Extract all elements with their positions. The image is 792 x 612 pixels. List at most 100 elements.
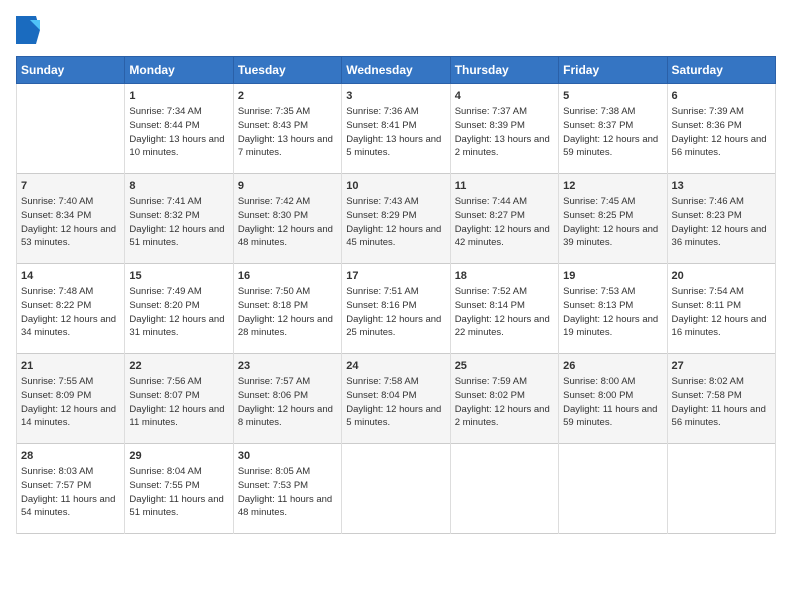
- calendar-cell: [559, 444, 667, 534]
- calendar-cell: 15 Sunrise: 7:49 AMSunset: 8:20 PMDayligh…: [125, 264, 233, 354]
- day-info: Sunrise: 7:51 AMSunset: 8:16 PMDaylight:…: [346, 285, 445, 340]
- calendar-cell: 27 Sunrise: 8:02 AMSunset: 7:58 PMDayligh…: [667, 354, 775, 444]
- calendar-cell: 13 Sunrise: 7:46 AMSunset: 8:23 PMDayligh…: [667, 174, 775, 264]
- weekday-header: Friday: [559, 57, 667, 84]
- weekday-header: Sunday: [17, 57, 125, 84]
- weekday-header: Monday: [125, 57, 233, 84]
- day-number: 11: [455, 180, 554, 192]
- calendar-cell: 2 Sunrise: 7:35 AMSunset: 8:43 PMDaylight…: [233, 84, 341, 174]
- day-info: Sunrise: 7:38 AMSunset: 8:37 PMDaylight:…: [563, 105, 662, 160]
- weekday-header: Tuesday: [233, 57, 341, 84]
- day-info: Sunrise: 7:34 AMSunset: 8:44 PMDaylight:…: [129, 105, 228, 160]
- day-info: Sunrise: 7:41 AMSunset: 8:32 PMDaylight:…: [129, 195, 228, 250]
- day-number: 14: [21, 270, 120, 282]
- day-info: Sunrise: 7:46 AMSunset: 8:23 PMDaylight:…: [672, 195, 771, 250]
- calendar-cell: 3 Sunrise: 7:36 AMSunset: 8:41 PMDaylight…: [342, 84, 450, 174]
- logo-icon: [16, 16, 40, 44]
- calendar-week-row: 14 Sunrise: 7:48 AMSunset: 8:22 PMDayligh…: [17, 264, 776, 354]
- day-info: Sunrise: 7:59 AMSunset: 8:02 PMDaylight:…: [455, 375, 554, 430]
- day-number: 27: [672, 360, 771, 372]
- calendar-cell: 19Sunrise: 7:53 AMSunset: 8:13 PMDayligh…: [559, 264, 667, 354]
- calendar-cell: [17, 84, 125, 174]
- day-info: Sunrise: 7:57 AMSunset: 8:06 PMDaylight:…: [238, 375, 337, 430]
- calendar-cell: 24 Sunrise: 7:58 AMSunset: 8:04 PMDayligh…: [342, 354, 450, 444]
- day-number: 15: [129, 270, 228, 282]
- day-info: Sunrise: 8:02 AMSunset: 7:58 PMDaylight:…: [672, 375, 771, 430]
- day-number: 30: [238, 450, 337, 462]
- day-info: Sunrise: 7:39 AMSunset: 8:36 PMDaylight:…: [672, 105, 771, 160]
- calendar-cell: 11 Sunrise: 7:44 AMSunset: 8:27 PMDayligh…: [450, 174, 558, 264]
- day-info: Sunrise: 7:42 AMSunset: 8:30 PMDaylight:…: [238, 195, 337, 250]
- day-number: 1: [129, 90, 228, 102]
- day-number: 28: [21, 450, 120, 462]
- calendar-cell: 20Sunrise: 7:54 AMSunset: 8:11 PMDayligh…: [667, 264, 775, 354]
- day-number: 10: [346, 180, 445, 192]
- day-info: Sunrise: 7:43 AMSunset: 8:29 PMDaylight:…: [346, 195, 445, 250]
- day-number: 6: [672, 90, 771, 102]
- day-info: Sunrise: 7:53 AMSunset: 8:13 PMDaylight:…: [563, 285, 662, 340]
- calendar-cell: 14 Sunrise: 7:48 AMSunset: 8:22 PMDayligh…: [17, 264, 125, 354]
- day-number: 12: [563, 180, 662, 192]
- day-number: 25: [455, 360, 554, 372]
- day-info: Sunrise: 7:55 AMSunset: 8:09 PMDaylight:…: [21, 375, 120, 430]
- calendar-cell: 29 Sunrise: 8:04 AMSunset: 7:55 PMDayligh…: [125, 444, 233, 534]
- calendar-cell: 4Sunrise: 7:37 AMSunset: 8:39 PMDaylight…: [450, 84, 558, 174]
- day-number: 23: [238, 360, 337, 372]
- calendar-cell: 6 Sunrise: 7:39 AMSunset: 8:36 PMDaylight…: [667, 84, 775, 174]
- day-info: Sunrise: 7:44 AMSunset: 8:27 PMDaylight:…: [455, 195, 554, 250]
- day-number: 18: [455, 270, 554, 282]
- weekday-header: Thursday: [450, 57, 558, 84]
- calendar-cell: [667, 444, 775, 534]
- calendar-cell: 10 Sunrise: 7:43 AMSunset: 8:29 PMDayligh…: [342, 174, 450, 264]
- day-info: Sunrise: 7:35 AMSunset: 8:43 PMDaylight:…: [238, 105, 337, 160]
- day-info: Sunrise: 7:56 AMSunset: 8:07 PMDaylight:…: [129, 375, 228, 430]
- day-number: 2: [238, 90, 337, 102]
- weekday-header: Saturday: [667, 57, 775, 84]
- day-number: 21: [21, 360, 120, 372]
- day-info: Sunrise: 8:05 AMSunset: 7:53 PMDaylight:…: [238, 465, 337, 520]
- day-info: Sunrise: 7:52 AMSunset: 8:14 PMDaylight:…: [455, 285, 554, 340]
- day-info: Sunrise: 7:48 AMSunset: 8:22 PMDaylight:…: [21, 285, 120, 340]
- day-info: Sunrise: 7:58 AMSunset: 8:04 PMDaylight:…: [346, 375, 445, 430]
- calendar-cell: 23 Sunrise: 7:57 AMSunset: 8:06 PMDayligh…: [233, 354, 341, 444]
- calendar-cell: [450, 444, 558, 534]
- day-info: Sunrise: 8:00 AMSunset: 8:00 PMDaylight:…: [563, 375, 662, 430]
- calendar-week-row: 1 Sunrise: 7:34 AMSunset: 8:44 PMDaylight…: [17, 84, 776, 174]
- calendar-cell: 28 Sunrise: 8:03 AMSunset: 7:57 PMDayligh…: [17, 444, 125, 534]
- calendar-cell: 9Sunrise: 7:42 AMSunset: 8:30 PMDaylight…: [233, 174, 341, 264]
- calendar-cell: 21 Sunrise: 7:55 AMSunset: 8:09 PMDayligh…: [17, 354, 125, 444]
- calendar-week-row: 21 Sunrise: 7:55 AMSunset: 8:09 PMDayligh…: [17, 354, 776, 444]
- calendar-cell: 12 Sunrise: 7:45 AMSunset: 8:25 PMDayligh…: [559, 174, 667, 264]
- day-info: Sunrise: 7:50 AMSunset: 8:18 PMDaylight:…: [238, 285, 337, 340]
- day-number: 22: [129, 360, 228, 372]
- day-number: 5: [563, 90, 662, 102]
- weekday-header: Wednesday: [342, 57, 450, 84]
- day-info: Sunrise: 8:04 AMSunset: 7:55 PMDaylight:…: [129, 465, 228, 520]
- calendar-cell: 22 Sunrise: 7:56 AMSunset: 8:07 PMDayligh…: [125, 354, 233, 444]
- calendar-cell: 18 Sunrise: 7:52 AMSunset: 8:14 PMDayligh…: [450, 264, 558, 354]
- day-number: 29: [129, 450, 228, 462]
- weekday-header-row: SundayMondayTuesdayWednesdayThursdayFrid…: [17, 57, 776, 84]
- day-number: 7: [21, 180, 120, 192]
- day-number: 16: [238, 270, 337, 282]
- day-info: Sunrise: 7:49 AMSunset: 8:20 PMDaylight:…: [129, 285, 228, 340]
- day-info: Sunrise: 8:03 AMSunset: 7:57 PMDaylight:…: [21, 465, 120, 520]
- day-number: 17: [346, 270, 445, 282]
- day-number: 3: [346, 90, 445, 102]
- calendar-week-row: 28 Sunrise: 8:03 AMSunset: 7:57 PMDayligh…: [17, 444, 776, 534]
- calendar-cell: 7 Sunrise: 7:40 AMSunset: 8:34 PMDaylight…: [17, 174, 125, 264]
- calendar-cell: 30 Sunrise: 8:05 AMSunset: 7:53 PMDayligh…: [233, 444, 341, 534]
- calendar-cell: 17 Sunrise: 7:51 AMSunset: 8:16 PMDayligh…: [342, 264, 450, 354]
- day-info: Sunrise: 7:40 AMSunset: 8:34 PMDaylight:…: [21, 195, 120, 250]
- page-header: [16, 16, 776, 44]
- day-info: Sunrise: 7:36 AMSunset: 8:41 PMDaylight:…: [346, 105, 445, 160]
- calendar-table: SundayMondayTuesdayWednesdayThursdayFrid…: [16, 56, 776, 534]
- calendar-cell: 1 Sunrise: 7:34 AMSunset: 8:44 PMDaylight…: [125, 84, 233, 174]
- day-info: Sunrise: 7:45 AMSunset: 8:25 PMDaylight:…: [563, 195, 662, 250]
- day-number: 24: [346, 360, 445, 372]
- calendar-cell: [342, 444, 450, 534]
- calendar-week-row: 7 Sunrise: 7:40 AMSunset: 8:34 PMDaylight…: [17, 174, 776, 264]
- day-info: Sunrise: 7:37 AMSunset: 8:39 PMDaylight:…: [455, 105, 554, 160]
- day-number: 13: [672, 180, 771, 192]
- day-info: Sunrise: 7:54 AMSunset: 8:11 PMDaylight:…: [672, 285, 771, 340]
